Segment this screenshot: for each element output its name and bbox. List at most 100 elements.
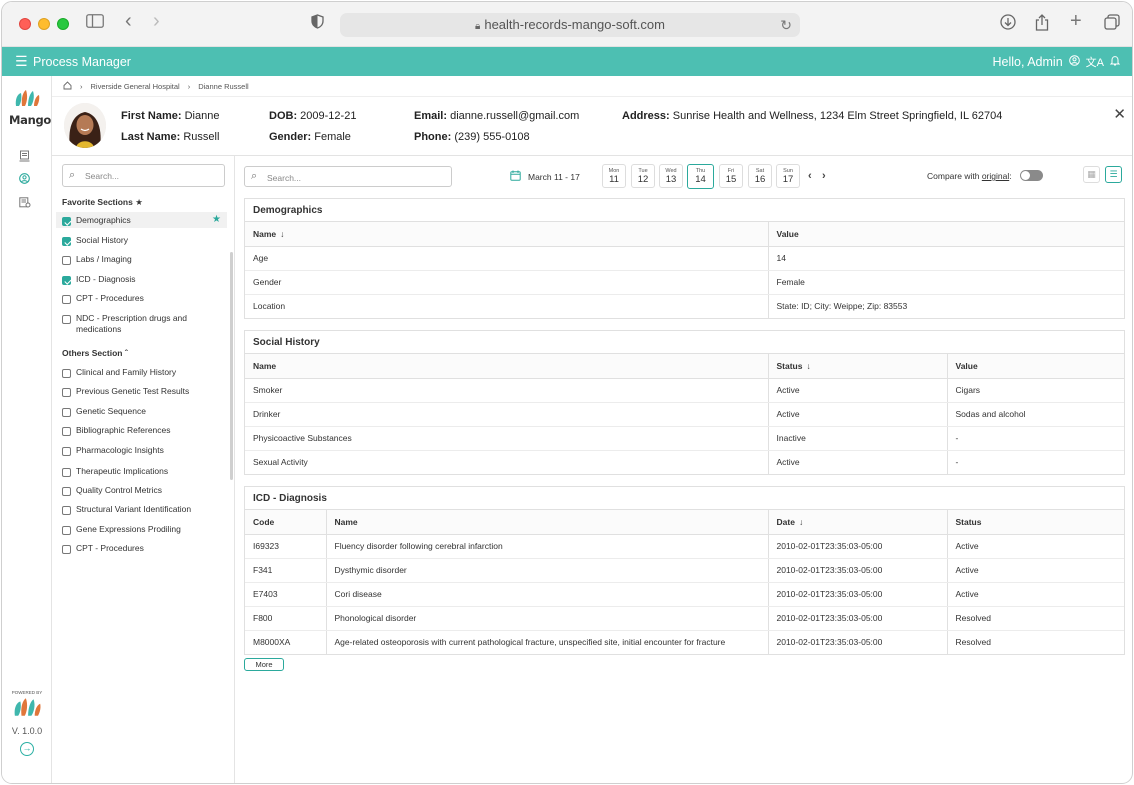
main-search-input[interactable]: ⌕ Search... <box>244 166 452 187</box>
breadcrumb-hospital[interactable]: Riverside General Hospital <box>91 82 180 91</box>
sidebar-search-input[interactable]: ⌕ Search... <box>62 164 225 187</box>
sidebar-toggle-icon[interactable] <box>86 14 104 34</box>
checkbox[interactable] <box>62 487 71 496</box>
back-icon[interactable]: ‹ <box>125 11 132 31</box>
patient-icon[interactable] <box>19 173 30 187</box>
other-item[interactable]: Gene Expressions Prodiling <box>56 524 227 535</box>
minimize-window-button[interactable] <box>38 18 50 30</box>
checkbox[interactable] <box>62 545 71 554</box>
share-icon[interactable] <box>1035 14 1049 37</box>
breadcrumb-patient: Dianne Russell <box>198 82 249 91</box>
list-view-icon[interactable]: ☰ <box>1105 166 1122 183</box>
other-item[interactable]: CPT - Procedures <box>56 543 227 554</box>
date-range[interactable]: March 11 - 17 <box>528 172 580 182</box>
favorite-item-cpt-procedures[interactable]: CPT - Procedures <box>56 293 227 304</box>
column-header[interactable]: Status ↓ <box>768 354 948 379</box>
checkbox[interactable] <box>62 237 71 246</box>
checkbox[interactable] <box>62 295 71 304</box>
expand-arrow-icon[interactable]: → <box>20 742 34 756</box>
greeting: Hello, Admin <box>992 55 1063 69</box>
mango-logo[interactable]: Mango <box>9 88 51 127</box>
checkbox[interactable] <box>62 526 71 535</box>
reload-icon[interactable]: ↻ <box>780 13 792 37</box>
sort-down-icon[interactable]: ↓ <box>280 229 284 239</box>
sort-down-icon[interactable]: ↓ <box>806 361 810 371</box>
checkbox[interactable] <box>62 217 71 226</box>
prev-week-icon[interactable]: ‹ <box>808 170 812 182</box>
column-header[interactable]: Status <box>947 510 1124 535</box>
checkbox[interactable] <box>62 256 71 265</box>
next-week-icon[interactable]: › <box>822 170 826 182</box>
sections-sidebar: ⌕ Search... Favorite Sections ★ Demograp… <box>52 156 235 783</box>
demographics-table: Name ↓ Value Age 14 Gender Female Location S… <box>245 222 1124 318</box>
favorite-item-social-history[interactable]: Social History <box>56 235 227 246</box>
others-heading[interactable]: Others Section ˆ <box>62 348 128 358</box>
new-tab-icon[interactable]: + <box>1070 11 1082 31</box>
address-bar[interactable]: 🔒︎ health-records-mango-soft.com ↻ <box>340 13 800 37</box>
favorite-star-icon[interactable]: ★ <box>212 214 221 225</box>
checkbox[interactable] <box>62 408 71 417</box>
column-header[interactable]: Name <box>326 510 769 535</box>
day-tue[interactable]: Tue 12 <box>631 164 655 188</box>
close-icon[interactable]: ✕ <box>1113 105 1126 123</box>
other-item[interactable]: Bibliographic References <box>56 425 227 436</box>
column-header[interactable]: Code <box>245 510 327 535</box>
powered-by-label: POWERED BY <box>11 690 43 695</box>
day-fri[interactable]: Fri 15 <box>719 164 743 188</box>
column-header[interactable]: Date ↓ <box>768 510 948 535</box>
checkbox[interactable] <box>62 315 71 324</box>
search-icon: ⌕ <box>251 170 258 182</box>
favorite-item-labs-imaging[interactable]: Labs / Imaging <box>56 254 227 265</box>
other-item[interactable]: Quality Control Metrics <box>56 485 227 496</box>
checkbox[interactable] <box>62 447 71 456</box>
table-row: Location State: ID; City: Weippe; Zip: 83… <box>245 294 1124 318</box>
menu-icon[interactable]: ☰ <box>15 53 28 70</box>
checkbox[interactable] <box>62 276 71 285</box>
calendar-icon[interactable] <box>510 170 521 184</box>
more-button[interactable]: More <box>244 658 284 671</box>
tabs-overview-icon[interactable] <box>1104 14 1120 36</box>
other-item[interactable]: Structural Variant Identification <box>56 504 227 515</box>
icd-diagnosis-card: ICD - Diagnosis Code Name Date ↓ Status I… <box>244 486 1125 655</box>
checkbox[interactable] <box>62 506 71 515</box>
forward-icon[interactable]: › <box>153 11 160 31</box>
records-icon[interactable] <box>19 150 30 165</box>
download-icon[interactable] <box>1000 14 1016 36</box>
compare-toggle[interactable] <box>1020 170 1043 181</box>
column-header[interactable]: Value <box>947 354 1124 379</box>
other-item[interactable]: Genetic Sequence <box>56 406 227 417</box>
checkbox[interactable] <box>62 388 71 397</box>
privacy-shield-icon[interactable] <box>311 14 324 35</box>
column-header[interactable]: Value <box>768 222 1124 247</box>
other-item[interactable]: Previous Genetic Test Results <box>56 386 227 397</box>
url-text: health-records-mango-soft.com <box>484 17 665 32</box>
day-thu[interactable]: Thu 14 <box>687 164 714 189</box>
day-sun[interactable]: Sun 17 <box>776 164 800 188</box>
grid-view-icon[interactable]: ▦ <box>1083 166 1100 183</box>
favorite-item-demographics[interactable]: Demographics ★ <box>56 212 227 228</box>
day-mon[interactable]: Mon 11 <box>602 164 626 188</box>
checkbox[interactable] <box>62 468 71 477</box>
other-item[interactable]: Therapeutic Implications <box>56 466 227 477</box>
checkbox[interactable] <box>62 427 71 436</box>
sidebar-scrollbar[interactable] <box>230 252 233 480</box>
column-header[interactable]: Name ↓ <box>245 222 769 247</box>
favorite-item-ndc[interactable]: NDC - Prescription drugs and medications <box>56 313 227 335</box>
other-item[interactable]: Clinical and Family History <box>56 367 227 378</box>
left-rail: Mango POWERED BY V. 1.0.0 → <box>2 76 52 783</box>
settings-list-icon[interactable] <box>19 197 31 211</box>
maximize-window-button[interactable] <box>57 18 69 30</box>
translate-icon[interactable]: 文A <box>1086 54 1104 70</box>
favorite-item-icd-diagnosis[interactable]: ICD - Diagnosis <box>56 274 227 285</box>
home-icon[interactable] <box>63 81 72 92</box>
sort-down-icon[interactable]: ↓ <box>799 517 803 527</box>
user-icon[interactable] <box>1068 55 1080 69</box>
app-title: Process Manager <box>33 55 131 69</box>
column-header[interactable]: Name <box>245 354 769 379</box>
checkbox[interactable] <box>62 369 71 378</box>
close-window-button[interactable] <box>19 18 31 30</box>
bell-icon[interactable] <box>1109 55 1121 69</box>
other-item[interactable]: Pharmacologic Insights <box>56 445 227 456</box>
day-wed[interactable]: Wed 13 <box>659 164 683 188</box>
day-sat[interactable]: Sat 16 <box>748 164 772 188</box>
